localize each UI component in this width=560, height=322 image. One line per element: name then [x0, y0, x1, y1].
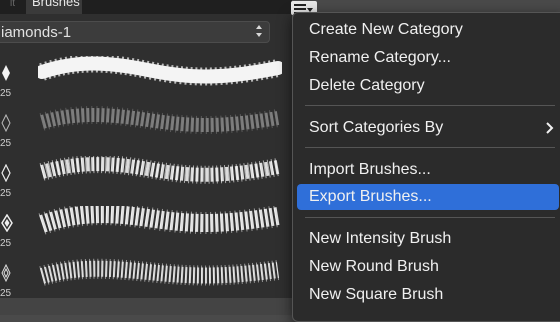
- tab-brushes[interactable]: Brushes: [26, 0, 82, 14]
- menu-item-label: Sort Categories By: [309, 119, 444, 136]
- menu-item-import-brushes[interactable]: Import Brushes...: [297, 157, 559, 183]
- brush-row[interactable]: 25: [0, 204, 292, 254]
- brush-row[interactable]: 25: [0, 154, 292, 204]
- brushes-panel-menu: Create New Category Rename Category... D…: [292, 12, 560, 322]
- select-stepper-icon: [256, 25, 264, 39]
- brush-row[interactable]: 25: [0, 104, 292, 154]
- menu-separator: [305, 147, 555, 148]
- brushes-panel: lt Brushes iamonds-1 25 25 25 25 25: [0, 0, 292, 315]
- brush-category-value: iamonds-1: [1, 24, 72, 41]
- brush-category-select[interactable]: iamonds-1: [0, 21, 270, 43]
- menu-item-new-square-brush[interactable]: New Square Brush: [297, 282, 559, 308]
- menu-separator: [305, 105, 555, 106]
- brush-tip-icon: [1, 214, 13, 232]
- brush-stroke-preview: [39, 156, 280, 184]
- menu-item-rename-category[interactable]: Rename Category...: [297, 45, 559, 71]
- tab-previous[interactable]: lt: [0, 0, 26, 14]
- brush-tip-icon: [2, 65, 10, 81]
- chevron-right-icon: [546, 122, 554, 134]
- brush-tip-icon: [1, 264, 11, 282]
- brush-size-label: 25: [0, 238, 12, 249]
- brush-size-label: 25: [0, 88, 12, 99]
- brush-stroke-preview: [39, 106, 280, 134]
- menu-separator: [305, 217, 555, 218]
- brush-tip-icon: [1, 114, 11, 132]
- menu-item-sort-categories[interactable]: Sort Categories By: [297, 115, 559, 141]
- brush-stroke-preview: [38, 56, 282, 86]
- brush-stroke-preview: [38, 206, 280, 235]
- menu-item-create-category[interactable]: Create New Category: [297, 17, 559, 43]
- brush-stroke-preview: [39, 258, 280, 286]
- menu-item-export-brushes[interactable]: Export Brushes...: [297, 184, 559, 210]
- menu-item-new-intensity-brush[interactable]: New Intensity Brush: [297, 226, 559, 252]
- brush-tip-icon: [1, 164, 11, 182]
- menu-item-new-round-brush[interactable]: New Round Brush: [297, 254, 559, 280]
- panel-tab-bar: lt Brushes: [0, 0, 292, 14]
- panel-bottom-bar: [0, 298, 292, 315]
- brush-size-label: 25: [0, 138, 12, 149]
- menu-item-delete-category[interactable]: Delete Category: [297, 73, 559, 99]
- brush-size-label: 25: [0, 188, 12, 199]
- brush-row[interactable]: 25: [0, 254, 292, 304]
- brush-row[interactable]: 25: [0, 54, 292, 104]
